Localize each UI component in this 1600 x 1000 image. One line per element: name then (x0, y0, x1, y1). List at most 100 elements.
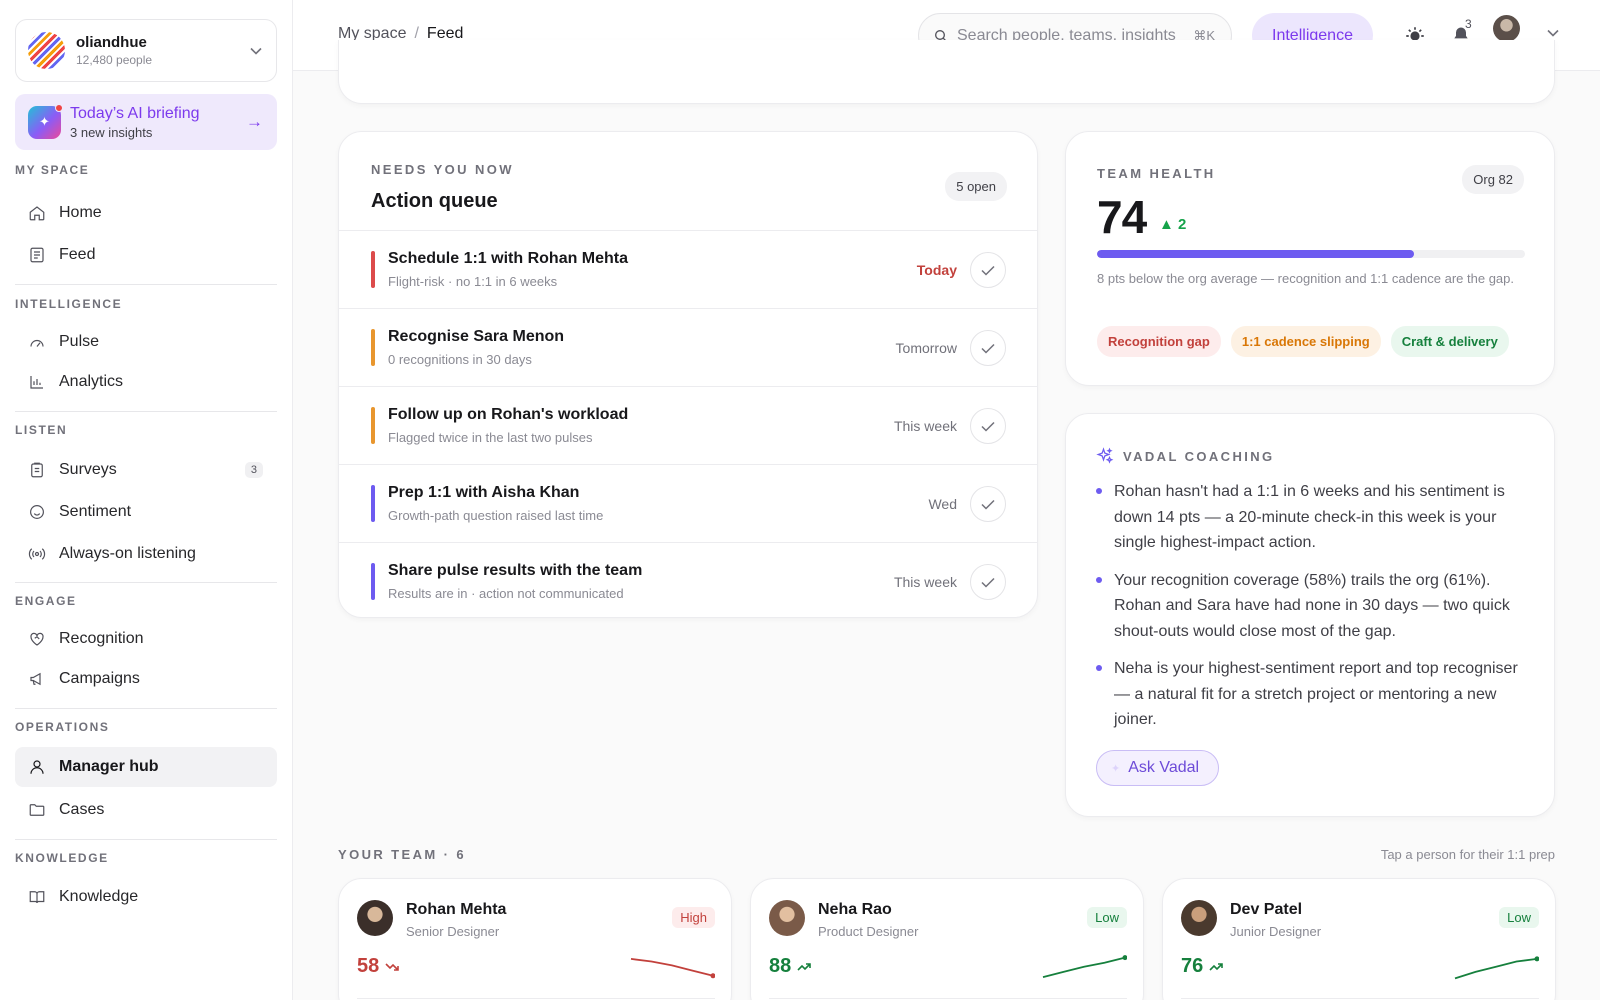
complete-action-button[interactable] (970, 252, 1006, 288)
sidebar-item-always-on-listening[interactable]: Always-on listening (15, 534, 277, 574)
queue-title: Action queue (371, 190, 498, 212)
member-score-value: 88 (769, 955, 792, 977)
risk-badge: Low (1087, 907, 1127, 928)
member-score: 58 (357, 955, 400, 978)
sidebar-item-recognition[interactable]: Recognition (15, 619, 277, 659)
sidebar: oliandhue 12,480 people ✦ Today’s AI bri… (0, 0, 293, 1000)
health-progress-bar (1097, 250, 1525, 258)
action-due: Today (916, 262, 957, 278)
divider (769, 998, 1127, 999)
ai-briefing-banner[interactable]: ✦ Today’s AI briefing 3 new insights → (15, 94, 277, 150)
sidebar-item-label: Pulse (59, 333, 100, 350)
team-member-card[interactable]: Rohan Mehta Senior Designer High 58 (338, 878, 732, 1000)
sidebar-item-knowledge[interactable]: Knowledge (15, 877, 277, 917)
action-item[interactable]: Share pulse results with the team Results… (339, 543, 1037, 617)
sidebar-item-label: Manager hub (59, 758, 159, 775)
priority-bar (371, 329, 375, 366)
action-subtitle: Results are in · action not communicated (388, 586, 624, 601)
megaphone-icon (30, 672, 41, 686)
complete-action-button[interactable] (970, 564, 1006, 600)
member-name: Dev Patel (1230, 901, 1303, 918)
member-role: Junior Designer (1230, 924, 1322, 939)
check-icon (981, 577, 995, 588)
clipboard-icon (31, 462, 43, 478)
sidebar-item-label: Analytics (59, 373, 124, 390)
complete-action-button[interactable] (970, 408, 1006, 444)
action-item[interactable]: Follow up on Rohan's workload Flagged twi… (339, 387, 1037, 465)
nav-section-intelligence: INTELLIGENCE (15, 297, 123, 311)
sidebar-item-label: Feed (59, 246, 96, 263)
home-icon (29, 206, 45, 221)
check-icon (981, 499, 995, 510)
action-title: Follow up on Rohan's workload (388, 406, 629, 423)
team-section-label: YOUR TEAM · 6 (338, 847, 466, 862)
team-member-card[interactable]: Dev Patel Junior Designer Low 76 (1162, 878, 1556, 1000)
nav-section-listen: LISTEN (15, 423, 68, 437)
notification-count: 3 (1465, 17, 1472, 31)
sentiment-sparkline (1042, 955, 1127, 978)
health-tag[interactable]: Recognition gap (1097, 326, 1221, 357)
sidebar-item-campaigns[interactable]: Campaigns (15, 659, 277, 699)
health-note: 8 pts below the org average — recognitio… (1097, 271, 1515, 286)
surveys-count-badge: 3 (244, 462, 263, 478)
action-due: Wed (928, 496, 957, 512)
action-item[interactable]: Schedule 1:1 with Rohan Mehta Flight-risk… (339, 231, 1037, 309)
sidebar-item-pulse[interactable]: Pulse (15, 322, 277, 362)
health-tag[interactable]: 1:1 cadence slipping (1230, 326, 1381, 357)
org-logo (28, 32, 65, 69)
health-delta: ▲ 2 (1159, 216, 1186, 233)
nav-section-my-space: MY SPACE (15, 163, 90, 177)
team-member-card[interactable]: Neha Rao Product Designer Low 88 (750, 878, 1144, 1000)
sparkles-icon (1096, 447, 1114, 464)
divider (1181, 998, 1539, 999)
health-progress-fill (1097, 250, 1414, 258)
avatar (1181, 900, 1217, 936)
action-item[interactable]: Prep 1:1 with Aisha Khan Growth-path ques… (339, 465, 1037, 543)
team-health-card: TEAM HEALTH Org 82 74 ▲ 2 8 pts below th… (1065, 131, 1555, 386)
ask-vadal-button[interactable]: ✦ Ask Vadal (1096, 750, 1219, 786)
org-switcher[interactable]: oliandhue 12,480 people (15, 19, 277, 82)
sidebar-item-cases[interactable]: Cases (15, 790, 277, 830)
user-avatar[interactable] (1493, 15, 1520, 42)
action-item[interactable]: Recognise Sara Menon 0 recognitions in 30… (339, 309, 1037, 387)
action-title: Share pulse results with the team (388, 562, 643, 579)
sidebar-item-sentiment[interactable]: Sentiment (15, 492, 277, 532)
sparkline-end-dot (1122, 955, 1127, 961)
check-icon (981, 343, 995, 354)
priority-bar (371, 563, 375, 600)
member-role: Senior Designer (406, 924, 500, 939)
priority-bar (371, 251, 375, 288)
trend-up-icon (1209, 962, 1224, 971)
health-tag[interactable]: Craft & delivery (1390, 326, 1509, 357)
coaching-bullet: Rohan hasn't had a 1:1 in 6 weeks and hi… (1096, 479, 1526, 556)
action-subtitle: Flight-risk · no 1:1 in 6 weeks (388, 274, 558, 289)
chevron-down-icon[interactable] (1547, 29, 1559, 37)
trend-down-icon (385, 962, 400, 971)
nav-section-operations: OPERATIONS (15, 720, 110, 734)
complete-action-button[interactable] (970, 486, 1006, 522)
action-subtitle: Growth-path question raised last time (388, 508, 604, 523)
sidebar-item-label: Always-on listening (59, 545, 196, 562)
briefing-title: Today’s AI briefing (70, 104, 200, 122)
briefing-subtitle: 3 new insights (70, 124, 153, 140)
coaching-list: Rohan hasn't had a 1:1 in 6 weeks and hi… (1096, 479, 1526, 745)
unread-dot (55, 103, 63, 112)
sparkle-icon: ✦ (28, 103, 63, 139)
sidebar-item-feed[interactable]: Feed (15, 235, 277, 275)
sidebar-item-manager-hub[interactable]: Manager hub (15, 747, 277, 787)
action-due: Tomorrow (895, 340, 957, 356)
sidebar-item-analytics[interactable]: Analytics (15, 362, 277, 402)
sidebar-item-home[interactable]: Home (15, 193, 277, 233)
sidebar-item-label: Home (59, 204, 102, 221)
complete-action-button[interactable] (970, 330, 1006, 366)
health-score: 74 (1097, 191, 1147, 243)
sidebar-item-label: Campaigns (59, 670, 140, 687)
priority-bar (371, 407, 375, 444)
sidebar-item-label: Sentiment (59, 503, 132, 520)
sidebar-item-label: Surveys (59, 461, 117, 478)
member-score: 88 (769, 955, 812, 978)
sidebar-item-label: Recognition (59, 630, 144, 647)
sidebar-item-surveys[interactable]: Surveys 3 (15, 450, 277, 490)
action-title: Schedule 1:1 with Rohan Mehta (388, 250, 629, 267)
divider (357, 998, 715, 999)
